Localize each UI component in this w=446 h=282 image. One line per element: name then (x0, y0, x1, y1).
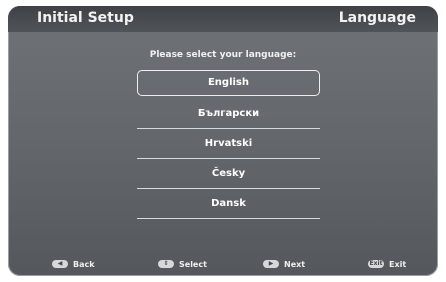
exit-label: Exit (389, 259, 407, 269)
language-prompt: Please select your language: (149, 50, 297, 60)
language-list: English Български Hrvatski Česky Dansk (137, 70, 320, 219)
back-label: Back (73, 259, 95, 269)
setup-panel: Initial Setup Language Please select you… (8, 6, 438, 276)
exit-key-icon: Exit (368, 260, 384, 268)
exit-hint[interactable]: Exit Exit (368, 256, 406, 272)
language-option-english[interactable]: English (137, 70, 320, 96)
header-bar: Initial Setup Language (8, 6, 438, 32)
next-label: Next (284, 259, 306, 269)
select-label: Select (179, 259, 207, 269)
up-down-key-icon: ⇕ (158, 260, 174, 268)
language-option-croatian[interactable]: Hrvatski (137, 129, 320, 159)
next-hint[interactable]: ▶ Next (263, 256, 305, 272)
language-option-danish[interactable]: Dansk (137, 189, 320, 219)
footer-hints: ◀ Back ⇕ Select ▶ Next Exit Exit (8, 256, 438, 274)
select-hint[interactable]: ⇕ Select (158, 256, 207, 272)
back-hint[interactable]: ◀ Back (52, 256, 95, 272)
left-key-icon: ◀ (52, 260, 68, 268)
section-title: Language (338, 10, 416, 26)
page-title: Initial Setup (37, 10, 134, 26)
right-key-icon: ▶ (263, 260, 279, 268)
language-option-czech[interactable]: Česky (137, 159, 320, 189)
language-option-bulgarian[interactable]: Български (137, 99, 320, 129)
